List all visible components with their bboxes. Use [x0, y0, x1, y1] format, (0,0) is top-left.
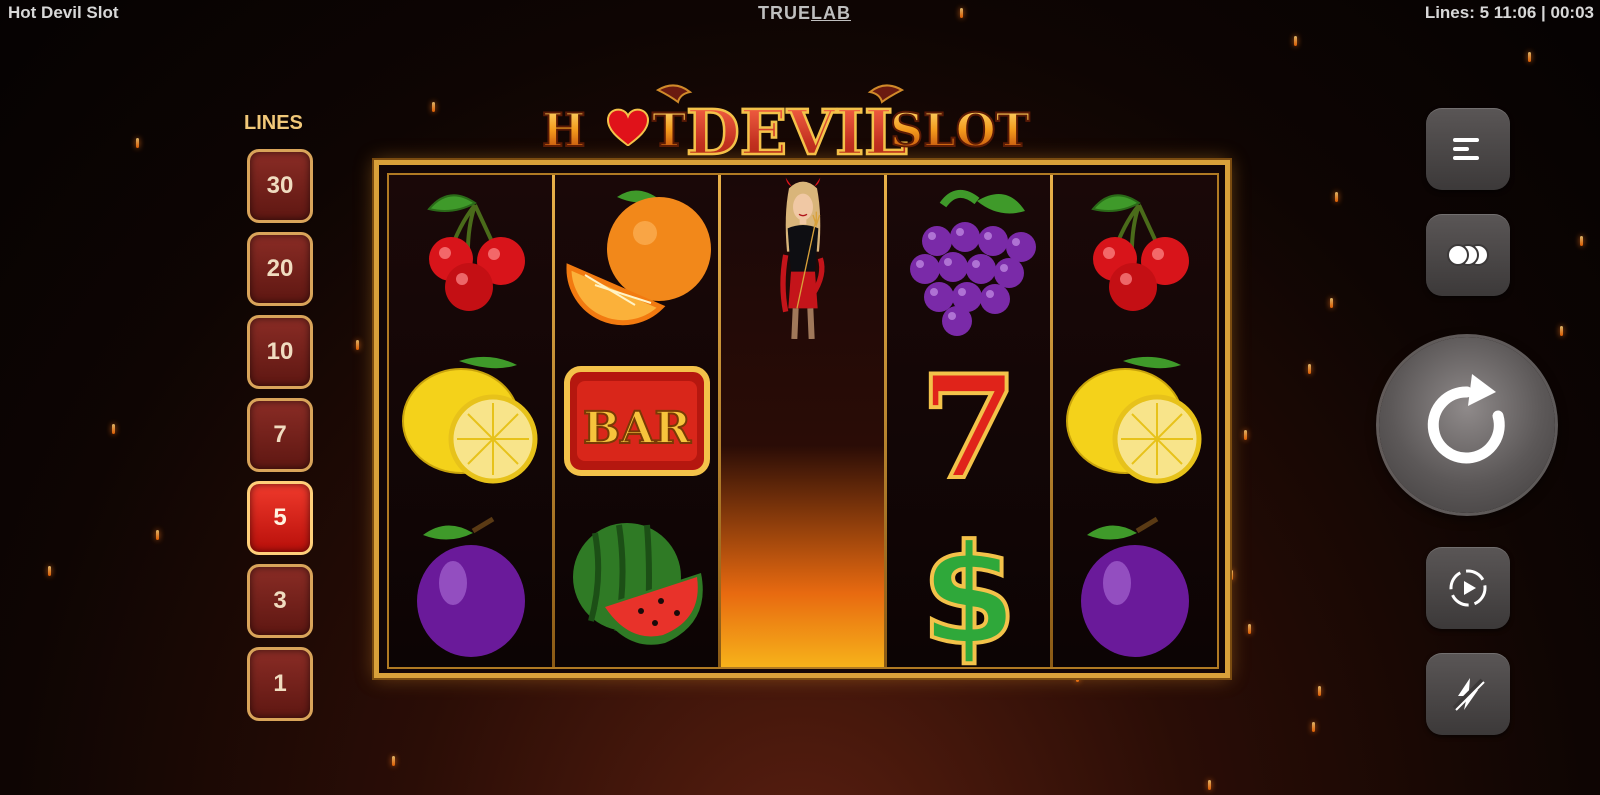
menu-icon [1453, 138, 1479, 160]
svg-text:BAR: BAR [583, 403, 691, 454]
brand-true: TRUE [758, 3, 811, 23]
reel-area: BAR 7 $ [387, 173, 1219, 669]
lines-option-5[interactable]: 5 [247, 481, 313, 555]
cherries-symbol [389, 175, 553, 339]
brand-lab: LAB [811, 3, 851, 23]
reel-5 [1053, 175, 1217, 667]
lines-option-20[interactable]: 20 [247, 232, 313, 306]
lines-option-30[interactable]: 30 [247, 149, 313, 223]
reel-4: 7 $ [887, 175, 1051, 667]
dollar-symbol: $ [887, 503, 1051, 667]
coins-icon [1447, 244, 1489, 266]
lines-option-7[interactable]: 7 [247, 398, 313, 472]
reel-3 [721, 175, 885, 667]
autoplay-icon [1449, 569, 1487, 607]
plum-symbol [389, 503, 553, 667]
brand-logo: TRUELAB [758, 3, 851, 24]
lines-option-3[interactable]: 3 [247, 564, 313, 638]
app-title: Hot Devil Slot [8, 3, 119, 22]
heart-icon [606, 108, 650, 147]
reel-frame: BAR 7 $ [374, 160, 1230, 678]
seven-symbol: 7 [887, 339, 1051, 503]
logo-devil: DEVIL [686, 96, 908, 169]
logo-h: H [542, 103, 585, 157]
lines-heading: LINES [244, 112, 303, 134]
plum-symbol [1053, 503, 1217, 667]
cherries-symbol [1053, 175, 1217, 339]
watermelon-symbol [555, 503, 719, 667]
logo-t: T [652, 103, 686, 157]
reel-1 [389, 175, 553, 667]
svg-text:$: $ [921, 515, 1017, 667]
svg-text:7: 7 [920, 345, 1019, 503]
bar-symbol: BAR [555, 339, 719, 503]
grapes-symbol [887, 175, 1051, 339]
autoplay-button[interactable] [1426, 547, 1510, 629]
turbo-button[interactable] [1426, 653, 1510, 735]
reel-2: BAR [555, 175, 719, 667]
status-readout: Lines: 5 11:06 | 00:03 [1424, 3, 1594, 22]
game-logo: H T DEVIL SLOT [540, 80, 1060, 170]
orange-symbol [555, 175, 719, 339]
top-bar: Hot Devil Slot TRUELAB Lines: 5 11:06 | … [0, 0, 1600, 26]
logo-slot: SLOT [890, 103, 1030, 157]
turbo-icon [1452, 678, 1485, 711]
devil-wild-symbol [721, 175, 885, 667]
spin-icon [1427, 374, 1505, 464]
lines-option-1[interactable]: 1 [247, 647, 313, 721]
lemon-symbol [1053, 339, 1217, 503]
lines-option-10[interactable]: 10 [247, 315, 313, 389]
spin-button[interactable] [1379, 337, 1555, 513]
bet-button[interactable] [1426, 214, 1510, 296]
menu-button[interactable] [1426, 108, 1510, 190]
lemon-symbol [389, 339, 553, 503]
